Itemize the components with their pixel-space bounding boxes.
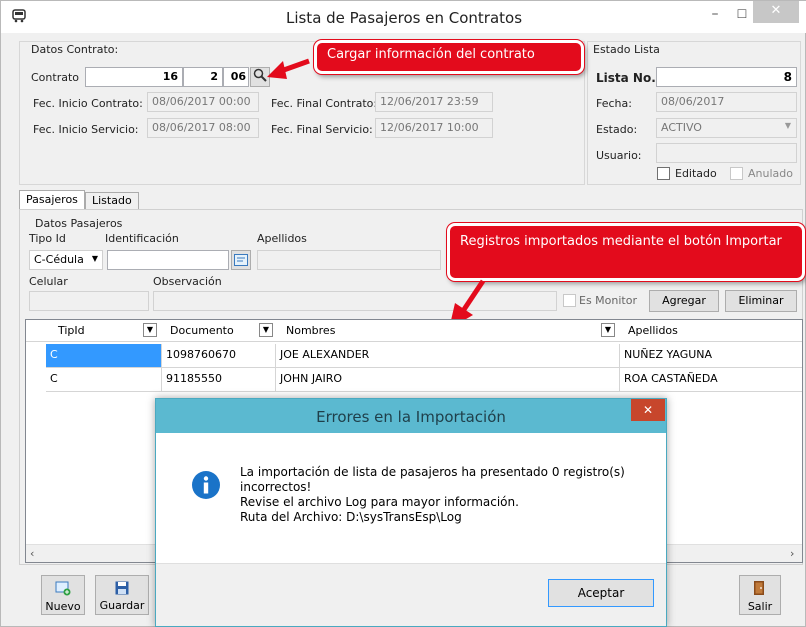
contrato-part3-input[interactable]: 06 — [223, 67, 249, 87]
usuario-label: Usuario: — [596, 149, 642, 162]
message-line: La importación de lista de pasajeros ha … — [240, 465, 625, 479]
fec-inicio-contrato-label: Fec. Inicio Contrato: — [33, 97, 143, 110]
column-header-apellidos[interactable]: Apellidos — [624, 321, 774, 341]
fec-inicio-servicio-label: Fec. Inicio Servicio: — [33, 123, 139, 136]
cell-apellidos[interactable]: ROA CASTAÑEDA — [620, 368, 802, 391]
scroll-left-icon[interactable]: ‹ — [30, 547, 34, 560]
aceptar-button[interactable]: Aceptar — [548, 579, 654, 607]
guardar-label: Guardar — [99, 599, 145, 612]
tipo-id-label: Tipo Id — [29, 232, 66, 245]
estado-label: Estado: — [596, 123, 638, 136]
info-icon — [192, 471, 220, 502]
observacion-label: Observación — [153, 275, 222, 288]
es-monitor-checkbox[interactable] — [563, 294, 576, 307]
anulado-label: Anulado — [748, 167, 793, 180]
cell-nombres[interactable]: JOE ALEXANDER — [276, 344, 620, 367]
nuevo-button[interactable]: Nuevo — [41, 575, 85, 615]
tipo-id-value: C-Cédula — [34, 253, 84, 266]
filter-dropdown-icon[interactable]: ▼ — [143, 323, 157, 337]
cell-nombres[interactable]: JOHN JAIRO — [276, 368, 620, 391]
window-title: Lista de Pasajeros en Contratos — [285, 9, 523, 27]
cell-tipid[interactable]: C — [46, 344, 162, 367]
cell-documento[interactable]: 1098760670 — [162, 344, 276, 367]
import-errors-dialog: Errores en la Importación ✕ La importaci… — [155, 398, 667, 627]
arrow-icon — [267, 58, 310, 79]
chevron-down-icon: ▼ — [91, 254, 98, 263]
chevron-down-icon: ▼ — [784, 121, 791, 130]
column-header-nombres[interactable]: Nombres — [282, 321, 482, 341]
lookup-button[interactable] — [231, 250, 251, 270]
minimize-button[interactable]: – — [701, 3, 729, 27]
observacion-input[interactable] — [153, 291, 557, 311]
message-line: Revise el archivo Log para mayor informa… — [240, 495, 519, 509]
dialog-close-button[interactable]: ✕ — [631, 399, 665, 421]
salir-button[interactable]: Salir — [739, 575, 781, 615]
new-document-icon — [55, 581, 71, 596]
anulado-checkbox[interactable] — [730, 167, 743, 180]
fec-final-contrato-label: Fec. Final Contrato: — [271, 97, 378, 110]
lista-no-field[interactable]: 8 — [656, 67, 797, 87]
table-row[interactable]: C 91185550 JOHN JAIRO ROA CASTAÑEDA — [46, 368, 802, 392]
identificacion-label: Identificación — [105, 232, 179, 245]
close-button[interactable]: ✕ — [753, 1, 799, 23]
message-line: Ruta del Archivo: D:\sysTransEsp\Log — [240, 510, 462, 524]
tab-listado[interactable]: Listado — [85, 192, 139, 210]
editado-label: Editado — [675, 167, 717, 180]
fec-final-contrato-field: 12/06/2017 23:59 — [375, 92, 493, 112]
cell-apellidos[interactable]: NUÑEZ YAGUNA — [620, 344, 802, 367]
estado-select[interactable]: ACTIVO ▼ — [656, 118, 797, 138]
usuario-field — [656, 143, 797, 163]
callout-cargar: Cargar información del contrato — [314, 40, 584, 74]
maximize-button[interactable]: ☐ — [731, 3, 753, 27]
cell-tipid[interactable]: C — [46, 368, 162, 391]
callout-registros: Registros importados mediante el botón I… — [447, 223, 805, 281]
identificacion-input[interactable] — [107, 250, 229, 270]
message-line: incorrectos! — [240, 480, 312, 494]
contract-group-label: Datos Contrato: — [31, 43, 119, 56]
estado-group-label: Estado Lista — [593, 43, 660, 56]
card-icon — [234, 254, 248, 266]
celular-label: Celular — [29, 275, 68, 288]
nuevo-label: Nuevo — [45, 600, 81, 613]
cell-documento[interactable]: 91185550 — [162, 368, 276, 391]
save-icon — [115, 581, 129, 595]
scroll-right-icon[interactable]: › — [790, 547, 794, 560]
filter-dropdown-icon[interactable]: ▼ — [601, 323, 615, 337]
contrato-part1-input[interactable]: 16 — [85, 67, 183, 87]
apellidos-label: Apellidos — [257, 232, 307, 245]
dialog-title-bar: Errores en la Importación ✕ — [156, 399, 666, 433]
column-header-tipid[interactable]: TipId — [54, 321, 134, 341]
tipo-id-select[interactable]: C-Cédula ▼ — [29, 250, 103, 270]
fec-final-servicio-label: Fec. Final Servicio: — [271, 123, 373, 136]
column-header-documento[interactable]: Documento — [166, 321, 256, 341]
contrato-label: Contrato — [31, 71, 80, 84]
title-bar: Lista de Pasajeros en Contratos – ☐ ✕ — [1, 1, 806, 33]
dialog-title: Errores en la Importación — [316, 408, 506, 426]
fecha-label: Fecha: — [596, 97, 632, 110]
fec-inicio-servicio-field: 08/06/2017 08:00 — [147, 118, 259, 138]
fecha-field: 08/06/2017 — [656, 92, 797, 112]
estado-group — [587, 41, 801, 185]
lista-no-label: Lista No. — [596, 71, 656, 85]
fec-inicio-contrato-field: 08/06/2017 00:00 — [147, 92, 259, 112]
grid-header: TipId ▼ Documento ▼ Nombres ▼ Apellidos — [26, 320, 802, 342]
exit-door-icon — [754, 581, 764, 595]
fec-final-servicio-field: 12/06/2017 10:00 — [375, 118, 493, 138]
salir-label: Salir — [747, 600, 773, 613]
passenger-group-label: Datos Pasajeros — [35, 217, 123, 230]
dialog-message: La importación de lista de pasajeros ha … — [240, 465, 650, 525]
table-row[interactable]: C 1098760670 JOE ALEXANDER NUÑEZ YAGUNA — [46, 344, 802, 368]
es-monitor-label: Es Monitor — [579, 294, 637, 307]
editado-checkbox[interactable] — [657, 167, 670, 180]
estado-value: ACTIVO — [661, 121, 702, 134]
filter-dropdown-icon[interactable]: ▼ — [259, 323, 273, 337]
contrato-part2-input[interactable]: 2 — [183, 67, 223, 87]
celular-input[interactable] — [29, 291, 149, 311]
guardar-button[interactable]: Guardar — [95, 575, 149, 615]
eliminar-button[interactable]: Eliminar — [725, 290, 797, 312]
apellidos-input[interactable] — [257, 250, 441, 270]
agregar-button[interactable]: Agregar — [649, 290, 719, 312]
tab-pasajeros[interactable]: Pasajeros — [19, 190, 85, 210]
